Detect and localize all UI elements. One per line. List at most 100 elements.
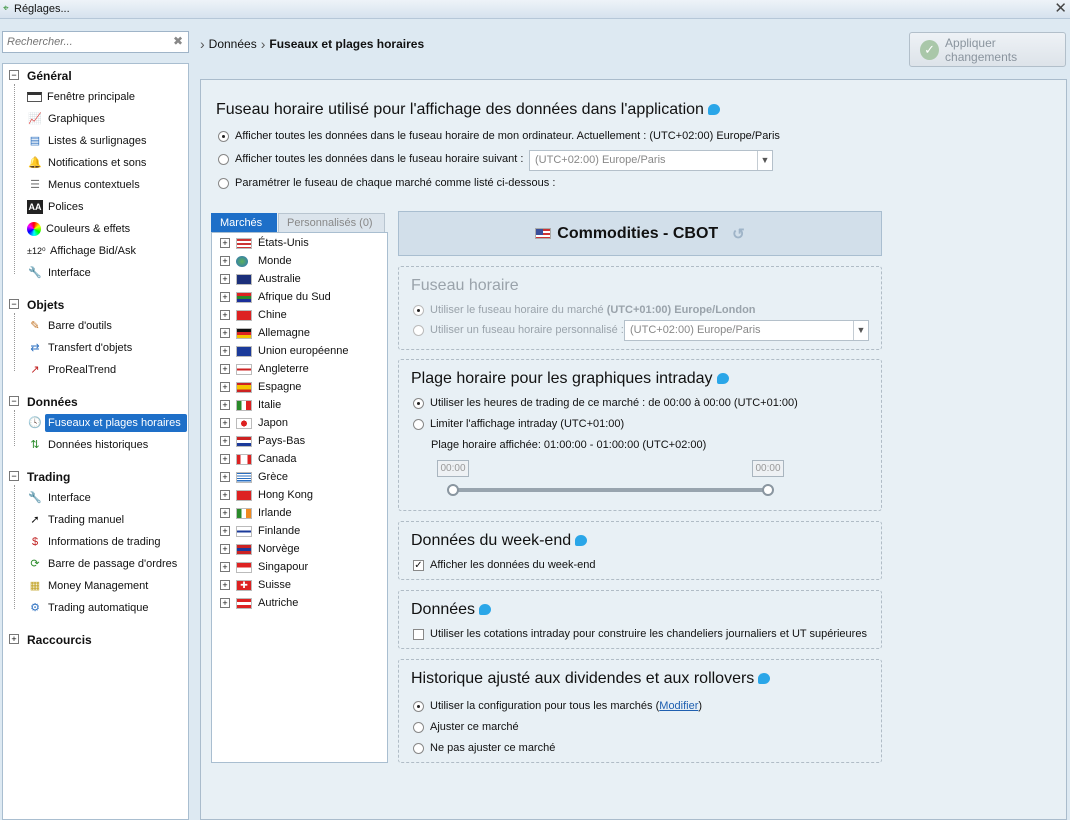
list-item[interactable]: + Canada [220, 450, 297, 468]
expand-icon[interactable]: + [220, 454, 230, 464]
close-icon[interactable]: ✕ [1054, 0, 1067, 17]
list-item[interactable]: + Autriche [220, 594, 298, 612]
info-icon[interactable] [758, 673, 771, 685]
sidebar-item-lists[interactable]: ▤ Listes & surlignages [27, 132, 147, 150]
expand-icon[interactable]: + [220, 526, 230, 536]
sidebar-item-toolbar[interactable]: ✎ Barre d'outils [27, 317, 111, 335]
expand-icon[interactable]: + [220, 598, 230, 608]
list-item[interactable]: + Grèce [220, 468, 288, 486]
expand-icon[interactable]: + [220, 418, 230, 428]
sidebar-item-main-window[interactable]: Fenêtre principale [27, 88, 135, 106]
sidebar-item-timezones[interactable]: Fuseaux et plages horaires [45, 414, 187, 432]
list-item[interactable]: + Finlande [220, 522, 300, 540]
tab-markets[interactable]: Marchés [211, 213, 277, 233]
list-item[interactable]: + Allemagne [220, 324, 310, 342]
market-tz-option-custom[interactable]: Utiliser un fuseau horaire personnalisé … [413, 324, 624, 336]
sidebar-item-colors[interactable]: Couleurs & effets [27, 220, 130, 238]
intraday-option-limit[interactable]: Limiter l'affichage intraday (UTC+01:00) [413, 418, 624, 430]
list-item[interactable]: + Hong Kong [220, 486, 313, 504]
chevron-down-icon[interactable]: ▼ [853, 321, 868, 340]
expand-icon[interactable]: + [220, 436, 230, 446]
sidebar-item-context-menus[interactable]: ☰ Menus contextuels [27, 176, 140, 194]
clear-search-icon[interactable]: ✖ [173, 34, 183, 48]
sidebar-item-prorealtrend[interactable]: ↗ ProRealTrend [27, 361, 116, 379]
sidebar-item-order-bar[interactable]: ⟳ Barre de passage d'ordres [27, 555, 177, 573]
info-icon[interactable] [716, 373, 729, 385]
radio-button[interactable] [218, 177, 229, 189]
list-item[interactable]: + Chine [220, 306, 287, 324]
radio-button[interactable] [413, 304, 424, 316]
list-item[interactable]: + Irlande [220, 504, 292, 522]
expand-icon[interactable]: + [220, 238, 230, 248]
expand-icon[interactable]: + [220, 274, 230, 284]
data-option[interactable]: Utiliser les cotations intraday pour con… [413, 628, 867, 640]
history-option-global[interactable]: Utiliser la configuration pour tous les … [413, 700, 702, 712]
radio-button[interactable] [413, 742, 424, 754]
expand-icon[interactable]: + [220, 400, 230, 410]
market-tz-option-market[interactable]: Utiliser le fuseau horaire du marché (UT… [413, 304, 756, 316]
info-icon[interactable] [479, 604, 492, 616]
info-icon[interactable] [575, 535, 588, 547]
list-item[interactable]: + États-Unis [220, 234, 309, 252]
sidebar-item-charts[interactable]: 📈 Graphiques [27, 110, 105, 128]
expand-icon[interactable]: + [220, 472, 230, 482]
sidebar-item-fonts[interactable]: AA Polices [27, 198, 83, 216]
intraday-option-market-hours[interactable]: Utiliser les heures de trading de ce mar… [413, 397, 798, 409]
tz-select[interactable]: (UTC+02:00) Europe/Paris ▼ [529, 150, 773, 171]
sidebar-item-object-transfer[interactable]: ⇄ Transfert d'objets [27, 339, 132, 357]
info-icon[interactable] [707, 104, 720, 116]
list-item[interactable]: + Italie [220, 396, 281, 414]
expand-icon[interactable]: + [220, 544, 230, 554]
tab-custom[interactable]: Personnalisés (0) [278, 213, 385, 233]
sidebar-item-bidask[interactable]: ±12⁰ Affichage Bid/Ask [27, 242, 136, 260]
range-end-field[interactable]: 00:00 [752, 460, 784, 477]
category-trading[interactable]: Trading [27, 470, 70, 484]
list-item[interactable]: + Norvège [220, 540, 300, 558]
expand-icon[interactable]: + [220, 508, 230, 518]
list-item[interactable]: + Australie [220, 270, 301, 288]
list-item[interactable]: + Afrique du Sud [220, 288, 331, 306]
history-option-no-adjust[interactable]: Ne pas ajuster ce marché [413, 742, 555, 754]
expand-icon[interactable]: + [220, 292, 230, 302]
category-objects[interactable]: Objets [27, 298, 64, 312]
list-item[interactable]: + Singapour [220, 558, 308, 576]
collapse-trading-icon[interactable]: − [9, 471, 19, 481]
radio-button[interactable] [413, 700, 424, 712]
list-item[interactable]: + Pays-Bas [220, 432, 305, 450]
expand-icon[interactable]: + [220, 256, 230, 266]
tz-option-following[interactable]: Afficher toutes les données dans le fuse… [218, 153, 523, 165]
sidebar-item-historical-data[interactable]: ⇅ Données historiques [27, 436, 148, 454]
radio-button[interactable] [413, 324, 424, 336]
radio-button[interactable] [413, 418, 424, 430]
radio-button[interactable] [413, 721, 424, 733]
sidebar-item-trading-info[interactable]: $ Informations de trading [27, 533, 161, 551]
sidebar-item-trading-interface[interactable]: 🔧 Interface [27, 489, 91, 507]
expand-icon[interactable]: + [220, 562, 230, 572]
radio-button[interactable] [218, 153, 229, 165]
sidebar-item-notifications[interactable]: 🔔 Notifications et sons [27, 154, 146, 172]
weekend-checkbox[interactable]: ✓ [413, 559, 424, 571]
market-tz-select[interactable]: (UTC+02:00) Europe/Paris ▼ [624, 320, 869, 341]
breadcrumb-parent[interactable]: Données [209, 37, 257, 51]
expand-shortcuts-icon[interactable]: + [9, 634, 19, 644]
category-shortcuts[interactable]: Raccourcis [27, 633, 92, 647]
apply-changes-button[interactable]: ✓ Appliquer changements [909, 32, 1066, 67]
reset-icon[interactable]: ↺ [732, 225, 745, 243]
search-input[interactable] [2, 31, 189, 53]
expand-icon[interactable]: + [220, 328, 230, 338]
collapse-general-icon[interactable]: − [9, 70, 19, 80]
range-start-field[interactable]: 00:00 [437, 460, 469, 477]
list-item[interactable]: + Monde [220, 252, 292, 270]
list-item[interactable]: + Union européenne [220, 342, 349, 360]
range-slider-track[interactable] [453, 488, 769, 492]
collapse-data-icon[interactable]: − [9, 396, 19, 406]
expand-icon[interactable]: + [220, 346, 230, 356]
history-option-adjust[interactable]: Ajuster ce marché [413, 721, 519, 733]
weekend-option[interactable]: ✓ Afficher les données du week-end [413, 559, 596, 571]
list-item[interactable]: + Angleterre [220, 360, 309, 378]
expand-icon[interactable]: + [220, 580, 230, 590]
expand-icon[interactable]: + [220, 382, 230, 392]
sidebar-item-auto-trading[interactable]: ⚙ Trading automatique [27, 599, 148, 617]
tz-option-per-market[interactable]: Paramétrer le fuseau de chaque marché co… [218, 177, 555, 189]
radio-button[interactable] [413, 397, 424, 409]
